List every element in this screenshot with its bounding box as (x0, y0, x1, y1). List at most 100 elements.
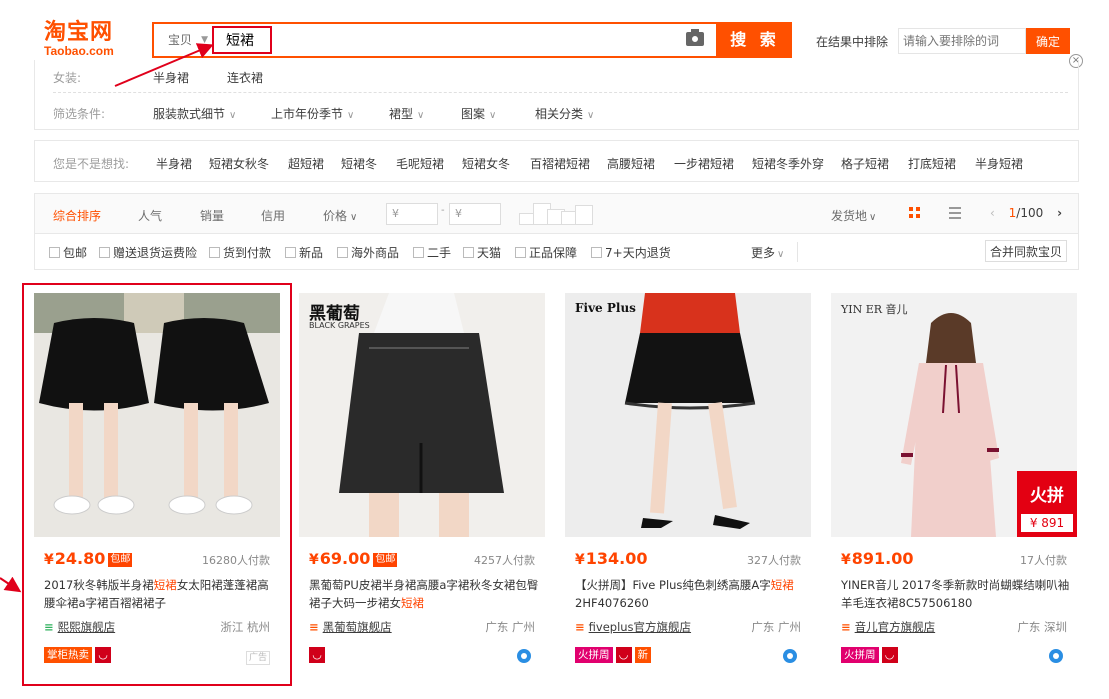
shop-link[interactable]: ≡ 黑葡萄旗舰店 (309, 619, 392, 635)
search-input[interactable] (218, 24, 688, 56)
brand-logo: Five Plus (575, 301, 636, 315)
search-type-label: 宝贝 (168, 33, 193, 47)
search-button[interactable]: 搜 索 (718, 22, 792, 58)
filter-dropdown-pattern[interactable]: 图案 ∨ (461, 105, 496, 122)
option-overseas[interactable]: 海外商品 (337, 244, 399, 261)
next-page-icon[interactable]: › (1057, 206, 1062, 220)
checkbox[interactable] (99, 247, 110, 258)
list-view-icon[interactable] (949, 207, 961, 219)
product-card[interactable]: YIN ER 音儿 火拼 ¥ 891 ¥891.00 17人付款 YINER音儿… (831, 293, 1077, 676)
checkbox[interactable] (591, 247, 602, 258)
checkbox[interactable] (463, 247, 474, 258)
taobao-logo[interactable]: 淘宝网 Taobao.com (44, 20, 134, 60)
suggestion-link[interactable]: 短裙女秋冬 (209, 155, 269, 172)
more-options[interactable]: 更多 ∨ (751, 244, 784, 261)
wangwang-chat-icon[interactable] (517, 649, 531, 663)
filter-dropdown-skirt-type[interactable]: 裙型 ∨ (389, 105, 424, 122)
option-7day-return[interactable]: 7+天内退货 (591, 244, 671, 261)
suggestion-link[interactable]: 短裙冬季外穿 (752, 155, 824, 172)
checkbox[interactable] (209, 247, 220, 258)
exclude-input[interactable] (898, 28, 1026, 54)
grid-view-icon[interactable] (909, 207, 921, 219)
sort-credit[interactable]: 信用 (261, 207, 285, 224)
merge-same-button[interactable]: 合并同款宝贝 (985, 240, 1067, 262)
filter-dropdown-label: 图案 (461, 107, 486, 121)
sort-price-label: 价格 (323, 209, 348, 223)
suggestion-link[interactable]: 超短裙 (288, 155, 324, 172)
sort-default[interactable]: 综合排序 (53, 207, 101, 224)
filter-dropdown-label: 裙型 (389, 107, 414, 121)
suggestion-link[interactable]: 毛呢短裙 (396, 155, 444, 172)
price-distribution-chart[interactable] (519, 203, 595, 225)
option-label: 海外商品 (351, 246, 400, 260)
checkbox[interactable] (413, 247, 424, 258)
option-label: 正品保障 (529, 246, 578, 260)
brand-logo-en: BLACK GRAPES (309, 321, 370, 330)
product-title[interactable]: YINER音儿 2017冬季新款时尚蝴蝶结喇叭袖羊毛连衣裙8C57506180 (841, 576, 1071, 612)
option-free-shipping[interactable]: 包邮 (49, 244, 87, 261)
category-item-dress[interactable]: 连衣裙 (227, 69, 263, 86)
checkbox[interactable] (285, 247, 296, 258)
price-max-input[interactable]: ¥ (449, 203, 501, 225)
product-sales: 327人付款 (747, 554, 801, 567)
promo-sticker-title: 火拼 (1030, 486, 1064, 506)
suggestion-link[interactable]: 半身短裙 (975, 155, 1023, 172)
suggestion-link[interactable]: 半身裙 (156, 155, 192, 172)
wangwang-chat-icon[interactable] (1049, 649, 1063, 663)
product-card[interactable]: 黑葡萄 BLACK GRAPES ¥69.00 包邮 4257人付款 黑葡萄PU皮… (299, 293, 545, 676)
option-label: 7+天内退货 (605, 246, 671, 260)
checkbox[interactable] (49, 247, 60, 258)
suggestion-link[interactable]: 一步裙短裙 (674, 155, 734, 172)
ship-from-dropdown[interactable]: 发货地 ∨ (831, 207, 876, 224)
suggestion-link[interactable]: 打底短裙 (908, 155, 956, 172)
category-item-half-skirt[interactable]: 半身裙 (153, 69, 189, 86)
product-title[interactable]: 【火拼周】Five Plus纯色刺绣高腰A字短裙 2HF4076260 (575, 576, 805, 612)
suggestion-link[interactable]: 短裙冬 (341, 155, 377, 172)
logo-text: 淘宝网 (44, 19, 114, 45)
chevron-down-icon: ∨ (869, 212, 877, 223)
price-min-input[interactable]: ¥ (386, 203, 438, 225)
sort-sales[interactable]: 销量 (200, 207, 224, 224)
prev-page-icon[interactable]: ‹ (990, 206, 995, 220)
suggestion-link[interactable]: 高腰短裙 (607, 155, 655, 172)
tmall-icon: ◡ (309, 647, 325, 663)
option-genuine[interactable]: 正品保障 (515, 244, 577, 261)
chevron-down-icon: ∨ (777, 249, 785, 260)
product-image[interactable]: 黑葡萄 BLACK GRAPES (299, 293, 545, 537)
shop-link[interactable]: ≡ 音儿官方旗舰店 (841, 619, 935, 635)
option-cod[interactable]: 货到付款 (209, 244, 271, 261)
wangwang-chat-icon[interactable] (783, 649, 797, 663)
filter-dropdown-label: 服装款式细节 (153, 107, 226, 121)
option-label: 二手 (427, 246, 452, 260)
camera-icon[interactable] (686, 29, 704, 46)
checkbox[interactable] (515, 247, 526, 258)
option-return-insurance[interactable]: 赠送退货运费险 (99, 244, 197, 261)
exclude-confirm-button[interactable]: 确定 (1026, 28, 1070, 54)
filter-dropdown-style[interactable]: 服装款式细节 ∨ (153, 105, 236, 122)
chevron-down-icon: ∨ (489, 110, 497, 121)
sort-popularity[interactable]: 人气 (138, 207, 162, 224)
product-sales: 4257人付款 (474, 554, 535, 567)
product-tags: ◡ (309, 647, 328, 663)
suggestion-link[interactable]: 短裙女冬 (462, 155, 510, 172)
chevron-down-icon: ▼ (201, 35, 208, 45)
option-new[interactable]: 新品 (285, 244, 323, 261)
search-type-dropdown[interactable]: 宝贝 ▼ (154, 24, 214, 56)
checkbox[interactable] (337, 247, 348, 258)
product-image[interactable]: Five Plus (565, 293, 811, 537)
suggestion-link[interactable]: 格子短裙 (841, 155, 889, 172)
suggestion-bar: 您是不是想找: 半身裙 短裙女秋冬 超短裙 短裙冬 毛呢短裙 短裙女冬 百褶裙短… (34, 140, 1079, 182)
product-title[interactable]: 黑葡萄PU皮裙半身裙高腰a字裙秋冬女裙包臀裙子大码一步裙女短裙 (309, 576, 539, 612)
filter-dropdown-related[interactable]: 相关分类 ∨ (535, 105, 594, 122)
product-image[interactable]: YIN ER 音儿 火拼 ¥ 891 (831, 293, 1077, 537)
option-tmall[interactable]: 天猫 (463, 244, 501, 261)
suggestion-link[interactable]: 百褶裙短裙 (530, 155, 590, 172)
promo-sticker-price: ¥ 891 (1021, 514, 1073, 532)
shop-link[interactable]: ≡ fiveplus官方旗舰店 (575, 619, 691, 635)
price-range-dash: - (441, 205, 445, 216)
product-sales: 17人付款 (1020, 554, 1067, 567)
option-secondhand[interactable]: 二手 (413, 244, 451, 261)
filter-dropdown-season[interactable]: 上市年份季节 ∨ (271, 105, 354, 122)
sort-price[interactable]: 价格 ∨ (323, 207, 357, 224)
product-card[interactable]: Five Plus ¥134.00 327人付款 【火拼周】Five Plus纯… (565, 293, 811, 676)
